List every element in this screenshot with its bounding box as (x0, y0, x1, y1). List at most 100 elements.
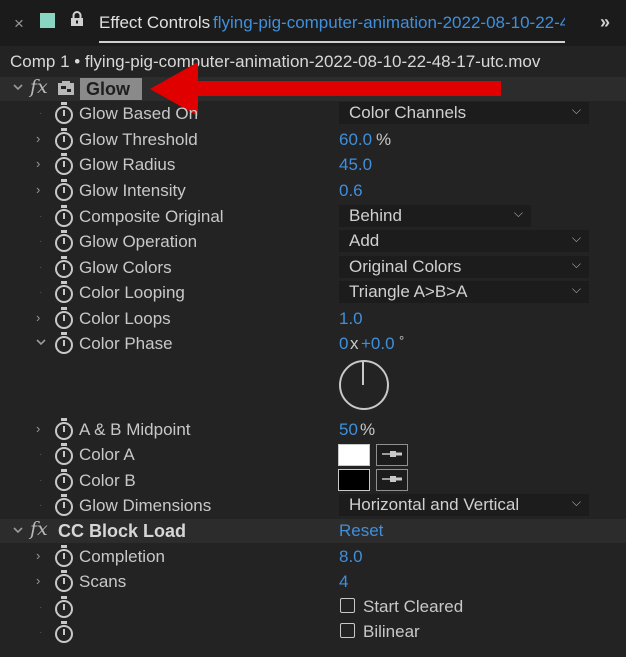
completion-value[interactable]: 8.0 (339, 547, 363, 567)
color-looping-dropdown[interactable]: Triangle A>B>A ⌵ (339, 281, 589, 303)
chevron-right-icon[interactable]: › (36, 131, 40, 146)
chevron-right-icon[interactable]: › (36, 310, 40, 325)
property-label: Glow Dimensions (79, 496, 212, 515)
layer-name-tab[interactable]: flying-pig-computer-animation-2022-08-10… (213, 13, 565, 33)
row-dot: · (39, 236, 43, 247)
panel-title[interactable]: Effect Controls (99, 13, 210, 33)
checkbox-label: Bilinear (363, 622, 420, 641)
row-dot: · (39, 262, 43, 273)
stopwatch-icon[interactable] (55, 205, 73, 227)
angle-dial-needle[interactable] (362, 361, 364, 385)
start-cleared-checkbox[interactable] (340, 598, 355, 613)
glow-intensity-value[interactable]: 0.6 (339, 181, 363, 201)
stopwatch-icon[interactable] (55, 256, 73, 278)
unit-label: % (376, 130, 392, 149)
effect-preset-icon (57, 80, 75, 101)
property-label: Completion (79, 547, 165, 566)
reset-button[interactable]: Reset (339, 521, 383, 541)
row-dot: · (39, 627, 43, 638)
dropdown-value: Triangle A>B>A (349, 282, 468, 301)
checkbox-label: Start Cleared (363, 597, 464, 616)
row-dot: · (39, 287, 43, 298)
chevron-down-icon: ⌵ (513, 206, 523, 220)
chevron-down-icon: ⌵ (571, 231, 581, 245)
property-label: Glow Operation (79, 232, 198, 251)
property-label: Color Phase (79, 334, 173, 353)
property-label: Glow Colors (79, 258, 172, 277)
chevron-double-right-icon[interactable]: » (600, 12, 610, 33)
stopwatch-icon[interactable] (55, 570, 73, 592)
stopwatch-icon[interactable] (55, 596, 73, 618)
property-label: A & B Midpoint (79, 420, 191, 439)
lock-icon[interactable] (70, 11, 84, 32)
stopwatch-icon[interactable] (55, 281, 73, 303)
revolution-unit: x (350, 334, 359, 353)
chevron-down-icon[interactable] (12, 81, 24, 96)
glow-threshold-value[interactable]: 60.0 (339, 130, 372, 150)
glow-operation-dropdown[interactable]: Add ⌵ (339, 230, 589, 252)
fx-toggle-icon[interactable]: fx (30, 76, 48, 98)
chevron-down-icon[interactable] (35, 336, 47, 351)
chevron-down-icon[interactable] (12, 524, 24, 539)
property-label: Glow Threshold (79, 130, 198, 149)
stopwatch-icon[interactable] (55, 621, 73, 643)
stopwatch-icon[interactable] (55, 153, 73, 175)
chevron-right-icon[interactable]: › (36, 548, 40, 563)
stopwatch-icon[interactable] (55, 230, 73, 252)
property-label: Scans (79, 572, 127, 591)
color-loops-value[interactable]: 1.0 (339, 309, 363, 329)
property-label: Composite Original (79, 207, 224, 226)
stopwatch-icon[interactable] (55, 418, 73, 440)
stopwatch-icon[interactable] (55, 102, 73, 124)
chevron-right-icon[interactable]: › (36, 573, 40, 588)
chevron-right-icon[interactable]: › (36, 421, 40, 436)
row-dot: · (39, 108, 43, 119)
stopwatch-icon[interactable] (55, 332, 73, 354)
fx-toggle-icon[interactable]: fx (30, 518, 48, 540)
close-tab-button[interactable]: × (14, 14, 24, 34)
eyedropper-icon[interactable] (376, 469, 408, 491)
stopwatch-icon[interactable] (55, 179, 73, 201)
degree-unit: ° (399, 333, 405, 348)
color-a-swatch[interactable] (338, 444, 370, 466)
color-phase-revolutions[interactable]: 0 (339, 334, 348, 354)
property-label: Glow Radius (79, 155, 176, 174)
stopwatch-icon[interactable] (55, 494, 73, 516)
chevron-down-icon: ⌵ (571, 257, 581, 271)
glow-dimensions-dropdown[interactable]: Horizontal and Vertical ⌵ (339, 494, 589, 516)
property-label: Glow Intensity (79, 181, 186, 200)
chevron-right-icon[interactable]: › (36, 156, 40, 171)
effect-name-glow[interactable]: Glow (86, 79, 130, 100)
stopwatch-icon[interactable] (55, 128, 73, 150)
ab-midpoint-value[interactable]: 50 (339, 420, 358, 440)
dropdown-value: Original Colors (349, 257, 462, 276)
glow-based-on-dropdown[interactable]: Color Channels ⌵ (339, 102, 589, 124)
stopwatch-icon[interactable] (55, 443, 73, 465)
dropdown-value: Color Channels (349, 103, 467, 122)
chevron-right-icon[interactable]: › (36, 182, 40, 197)
eyedropper-icon[interactable] (376, 444, 408, 466)
chevron-down-icon: ⌵ (571, 495, 581, 509)
annotation-arrow-shaft (195, 81, 501, 96)
stopwatch-icon[interactable] (55, 307, 73, 329)
glow-radius-value[interactable]: 45.0 (339, 155, 372, 175)
row-dot: · (39, 475, 43, 486)
property-label: Color A (79, 445, 135, 464)
composite-original-dropdown[interactable]: Behind ⌵ (339, 205, 531, 227)
row-dot: · (39, 211, 43, 222)
property-label: Glow Based On (79, 104, 199, 123)
angle-dial[interactable] (339, 360, 389, 410)
glow-colors-dropdown[interactable]: Original Colors ⌵ (339, 256, 589, 278)
row-dot: · (39, 602, 43, 613)
stopwatch-icon[interactable] (55, 469, 73, 491)
dropdown-value: Behind (349, 206, 402, 225)
color-b-swatch[interactable] (338, 469, 370, 491)
bilinear-checkbox[interactable] (340, 623, 355, 638)
panel-color-swatch (40, 13, 55, 28)
scans-value[interactable]: 4 (339, 572, 348, 592)
property-label: Color Looping (79, 283, 185, 302)
effect-name-cc-block-load[interactable]: CC Block Load (58, 521, 186, 542)
stopwatch-icon[interactable] (55, 545, 73, 567)
dropdown-value: Add (349, 231, 380, 250)
color-phase-degrees[interactable]: +0.0 (361, 334, 395, 354)
